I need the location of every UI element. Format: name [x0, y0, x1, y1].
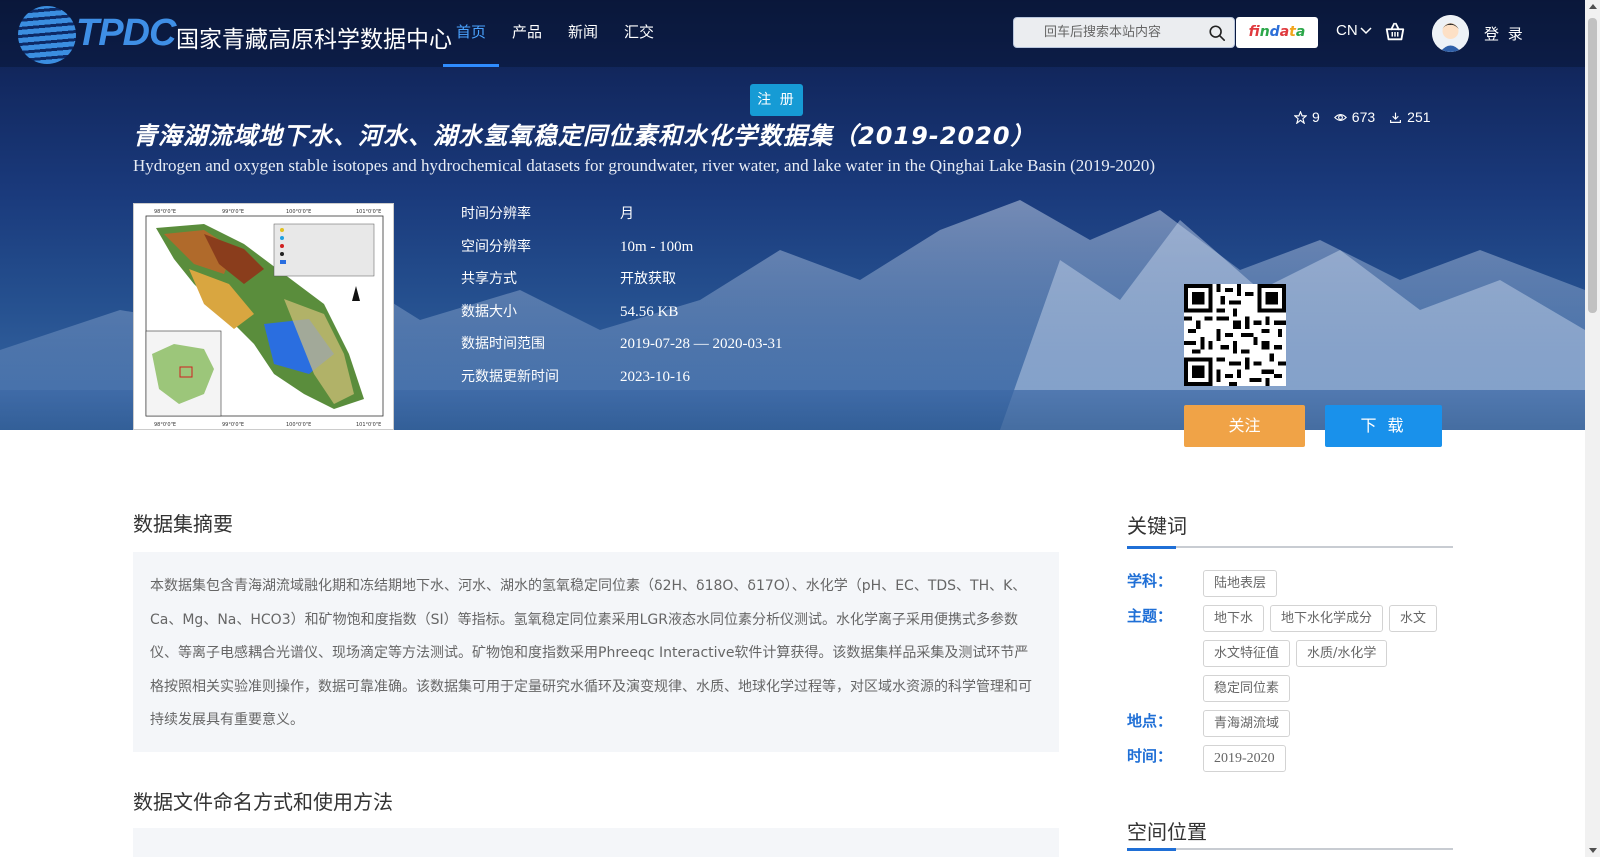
spatial-location-heading: 空间位置	[1127, 820, 1207, 844]
keyword-group-label: 主题：	[1127, 607, 1173, 625]
meta-row-time-resolution: 时间分辨率 月	[461, 203, 782, 236]
meta-label: 元数据更新时间	[461, 368, 559, 385]
keywords-divider	[1127, 546, 1453, 549]
findata-label: findata	[1248, 24, 1306, 40]
abstract-text: 本数据集包含青海湖流域融化期和冻结期地下水、河水、湖水的氢氧稳定同位素（δ2H、…	[133, 552, 1059, 752]
meta-value: 开放获取	[620, 271, 676, 287]
keyword-tag[interactable]: 水文特征值	[1203, 640, 1291, 667]
spatial-divider	[1127, 848, 1453, 851]
register-button[interactable]: 注 册	[750, 84, 803, 116]
svg-text:99°0'0"E: 99°0'0"E	[222, 422, 244, 428]
meta-label: 数据大小	[461, 303, 517, 320]
meta-row-sharing: 共享方式 开放获取	[461, 268, 782, 301]
svg-text:99°0'0"E: 99°0'0"E	[222, 209, 244, 215]
logo-mark-text: TPDC	[76, 12, 176, 54]
nav-item-news[interactable]: 新闻	[555, 0, 611, 67]
meta-value: 10m - 100m	[620, 238, 694, 255]
meta-value: 月	[620, 206, 634, 222]
login-link[interactable]: 登 录	[1484, 23, 1525, 44]
logo-site-name: 国家青藏高原科学数据中心	[176, 27, 452, 53]
nav-item-home[interactable]: 首页	[443, 0, 500, 67]
download-count-value: 251	[1407, 109, 1431, 125]
svg-text:98°0'0"E: 98°0'0"E	[154, 209, 176, 215]
view-count-value: 673	[1351, 109, 1376, 125]
download-icon	[1390, 112, 1402, 123]
eye-icon	[1333, 113, 1347, 121]
keyword-group-label: 时间：	[1127, 747, 1173, 765]
file-naming-heading: 数据文件命名方式和使用方法	[133, 790, 393, 814]
follow-button[interactable]: 关注	[1184, 405, 1305, 447]
scroll-down-arrow-icon[interactable]	[1589, 848, 1597, 853]
meta-row-updated: 元数据更新时间 2023-10-16	[461, 366, 782, 399]
search-box	[1013, 17, 1235, 48]
meta-row-data-size: 数据大小 54.56 KB	[461, 301, 782, 334]
search-icon[interactable]	[1208, 24, 1226, 42]
top-navigation-bar: TPDC 国家青藏高原科学数据中心 首页 产品 新闻 汇交 findata CN	[0, 0, 1585, 67]
language-switcher[interactable]: CN	[1336, 22, 1372, 39]
svg-text:100°0'0"E: 100°0'0"E	[286, 422, 311, 428]
keyword-tag[interactable]: 地下水化学成分	[1270, 605, 1384, 632]
main-nav: 首页 产品 新闻 汇交	[443, 0, 667, 67]
svg-text:98°0'0"E: 98°0'0"E	[154, 422, 176, 428]
meta-value: 54.56 KB	[620, 303, 679, 320]
scroll-up-arrow-icon[interactable]	[1589, 4, 1597, 9]
keyword-group-label: 地点：	[1127, 712, 1173, 730]
download-button[interactable]: 下 载	[1325, 405, 1442, 447]
nav-item-products[interactable]: 产品	[499, 0, 555, 67]
keywords-heading: 关键词	[1127, 514, 1187, 538]
keyword-group-label: 学科：	[1127, 572, 1173, 590]
keyword-tag[interactable]: 青海湖流域	[1203, 710, 1291, 737]
dataset-stats: 9 673 251	[1294, 109, 1431, 125]
dataset-title-en: Hydrogen and oxygen stable isotopes and …	[133, 156, 1156, 175]
meta-row-spatial-resolution: 空间分辨率 10m - 100m	[461, 236, 782, 269]
user-avatar[interactable]	[1432, 15, 1469, 52]
star-count-value: 9	[1312, 109, 1320, 125]
search-input[interactable]	[1022, 18, 1192, 47]
download-count: 251	[1389, 109, 1431, 125]
shopping-basket-icon[interactable]	[1384, 21, 1406, 43]
abstract-heading: 数据集摘要	[133, 512, 233, 536]
meta-value: 2019-07-28 — 2020-03-31	[620, 336, 783, 352]
keyword-tag[interactable]: 2019-2020	[1203, 745, 1286, 772]
findata-button[interactable]: findata	[1236, 17, 1318, 48]
svg-text:101°0'0"E: 101°0'0"E	[356, 209, 381, 215]
scrollbar-thumb[interactable]	[1588, 18, 1597, 313]
vertical-scrollbar[interactable]	[1585, 0, 1600, 857]
meta-label: 共享方式	[461, 271, 517, 287]
view-count: 673	[1333, 109, 1376, 125]
svg-text:101°0'0"E: 101°0'0"E	[356, 422, 381, 428]
meta-label: 时间分辨率	[461, 206, 531, 222]
language-label: CN	[1336, 22, 1358, 39]
keyword-group-discipline: 学科： 陆地表层	[1127, 570, 1453, 605]
keyword-tag[interactable]: 稳定同位素	[1203, 675, 1291, 702]
keyword-tag[interactable]: 水文	[1389, 605, 1438, 632]
site-logo[interactable]: TPDC 国家青藏高原科学数据中心	[14, 2, 452, 64]
study-area-map-image: 98°0'0"E 99°0'0"E 100°0'0"E 101°0'0"E 98°0…	[145, 209, 384, 428]
keyword-group-theme: 主题： 地下水 地下水化学成分 水文 水文特征值 水质/水化学 稳定同位素	[1127, 605, 1453, 710]
keyword-tag[interactable]: 陆地表层	[1203, 570, 1278, 597]
file-naming-panel	[133, 828, 1059, 857]
svg-text:100°0'0"E: 100°0'0"E	[286, 209, 311, 215]
dataset-metadata: 时间分辨率 月 空间分辨率 10m - 100m 共享方式 开放获取 数据大小 …	[461, 203, 782, 398]
keyword-tag[interactable]: 地下水	[1203, 605, 1265, 632]
star-icon	[1294, 110, 1307, 124]
meta-row-time-range: 数据时间范围 2019-07-28 — 2020-03-31	[461, 333, 782, 366]
keyword-group-location: 地点： 青海湖流域	[1127, 710, 1453, 745]
qr-code-icon	[1184, 284, 1286, 386]
avatar-icon	[1432, 15, 1469, 52]
meta-label: 空间分辨率	[461, 238, 531, 255]
meta-value: 2023-10-16	[620, 368, 690, 385]
dataset-title-cn: 青海湖流域地下水、河水、湖水氢氧稳定同位素和水化学数据集（2019-2020）	[133, 122, 1036, 150]
globe-logo-icon	[18, 6, 76, 64]
nav-item-submit[interactable]: 汇交	[611, 0, 667, 67]
keyword-group-time: 时间： 2019-2020	[1127, 745, 1453, 780]
chevron-down-icon	[1360, 26, 1372, 34]
star-count: 9	[1294, 109, 1320, 125]
keyword-tag[interactable]: 水质/水化学	[1296, 640, 1388, 667]
meta-label: 数据时间范围	[461, 336, 545, 352]
dataset-thumbnail-map[interactable]: 98°0'0"E 99°0'0"E 100°0'0"E 101°0'0"E 98°0…	[133, 203, 394, 430]
keywords-panel: 关键词 学科： 陆地表层 主题： 地下水 地下水化学成分 水文 水文特征值 水质…	[1127, 510, 1453, 780]
